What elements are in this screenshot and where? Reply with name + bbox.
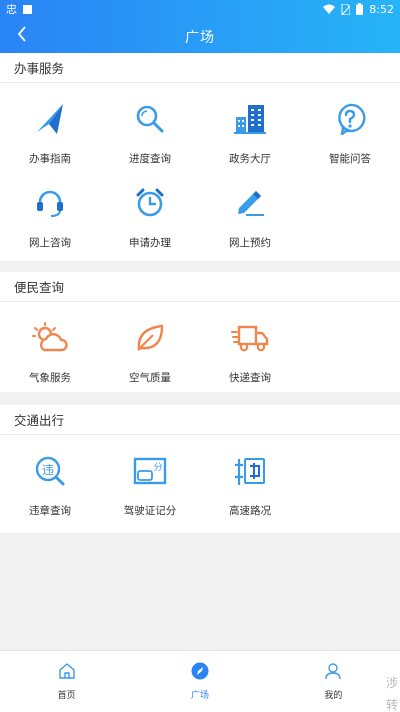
grid-item-hall[interactable]: 政务大厅 xyxy=(200,83,300,167)
grid-item-label: 进度查询 xyxy=(129,153,171,165)
grid-item-label: 快递查询 xyxy=(229,372,271,384)
grid-item-label: 违章查询 xyxy=(29,505,71,517)
grid-item-progress[interactable]: 进度查询 xyxy=(100,83,200,167)
grid-item-label: 申请办理 xyxy=(129,237,171,249)
notification-icon xyxy=(23,4,32,14)
grid-item-label: 高速路况 xyxy=(229,505,271,517)
grid-item-label: 空气质量 xyxy=(129,372,171,384)
tab-label: 广场 xyxy=(190,691,209,701)
truck-icon xyxy=(228,316,272,360)
grid-item-label: 政务大厅 xyxy=(229,153,271,165)
tab-label: 我的 xyxy=(324,691,343,701)
grid-item-apply[interactable]: 申请办理 xyxy=(100,167,200,251)
svg-text:违: 违 xyxy=(42,463,54,477)
svg-text:分: 分 xyxy=(153,462,162,473)
grid-item-license-points[interactable]: 分 驾驶证记分 xyxy=(100,435,200,519)
grid-item-label: 网上咨询 xyxy=(29,237,71,249)
section-title: 交通出行 xyxy=(0,405,400,435)
grid-item-label: 办事指南 xyxy=(29,153,71,165)
grid-item-booking[interactable]: 网上预约 xyxy=(200,167,300,251)
grid-item-highway[interactable]: 高速路况 xyxy=(200,435,300,519)
battery-icon xyxy=(356,3,364,15)
grid-item-label: 智能问答 xyxy=(329,153,371,165)
pencil-icon xyxy=(228,181,272,225)
grid-item-label: 驾驶证记分 xyxy=(123,505,177,517)
back-button[interactable] xyxy=(8,20,36,48)
tab-label: 首页 xyxy=(57,691,76,701)
home-icon xyxy=(58,663,75,679)
section-office-services: 办事服务 办事指南 进度查询 政务大厅 智能问答 网上咨询 申请办理 网上预约 xyxy=(0,53,400,261)
leaf-icon xyxy=(128,316,172,360)
tab-home[interactable]: 首页 xyxy=(0,651,133,712)
page-title: 广场 xyxy=(185,30,215,46)
status-time: 8:52 xyxy=(369,2,394,16)
grid-item-express[interactable]: 快递查询 xyxy=(200,302,300,386)
top-bar: 忠 8:52 广场 xyxy=(0,0,400,56)
license-points-icon: 分 xyxy=(128,449,172,493)
alarm-clock-icon xyxy=(128,181,172,225)
status-bar: 忠 8:52 xyxy=(0,0,400,18)
tab-mine[interactable]: 我的 xyxy=(267,651,400,712)
user-icon xyxy=(325,663,342,680)
watermark: 涉转 xyxy=(386,676,399,712)
search-icon xyxy=(128,97,172,141)
compass-icon xyxy=(28,97,72,141)
grid-item-air[interactable]: 空气质量 xyxy=(100,302,200,386)
section-title: 便民查询 xyxy=(0,272,400,302)
question-icon xyxy=(328,97,372,141)
section-title: 办事服务 xyxy=(0,53,400,83)
grid-item-weather[interactable]: 气象服务 xyxy=(0,302,100,386)
grid-item-label: 网上预约 xyxy=(229,237,271,249)
building-icon xyxy=(228,97,272,141)
bottom-tab-bar: 首页 广场 我的 xyxy=(0,650,400,712)
plaza-icon xyxy=(191,662,209,680)
headset-icon xyxy=(28,181,72,225)
no-sim-icon xyxy=(341,3,351,15)
section-transport: 交通出行 违 违章查询 分 驾驶证记分 高速路况 xyxy=(0,405,400,533)
app-glyph: 忠 xyxy=(6,3,17,16)
grid-item-qa[interactable]: 智能问答 xyxy=(300,83,400,167)
highway-icon xyxy=(228,449,272,493)
grid-item-label: 气象服务 xyxy=(29,372,71,384)
tab-plaza[interactable]: 广场 xyxy=(133,651,266,712)
grid-item-violation[interactable]: 违 违章查询 xyxy=(0,435,100,519)
grid-item-guide[interactable]: 办事指南 xyxy=(0,83,100,167)
back-arrow-icon xyxy=(17,26,26,42)
grid-item-consult[interactable]: 网上咨询 xyxy=(0,167,100,251)
section-convenience: 便民查询 气象服务 空气质量 快递查询 xyxy=(0,272,400,392)
weather-icon xyxy=(28,316,72,360)
violation-search-icon: 违 xyxy=(28,449,72,493)
wifi-icon xyxy=(323,4,336,14)
